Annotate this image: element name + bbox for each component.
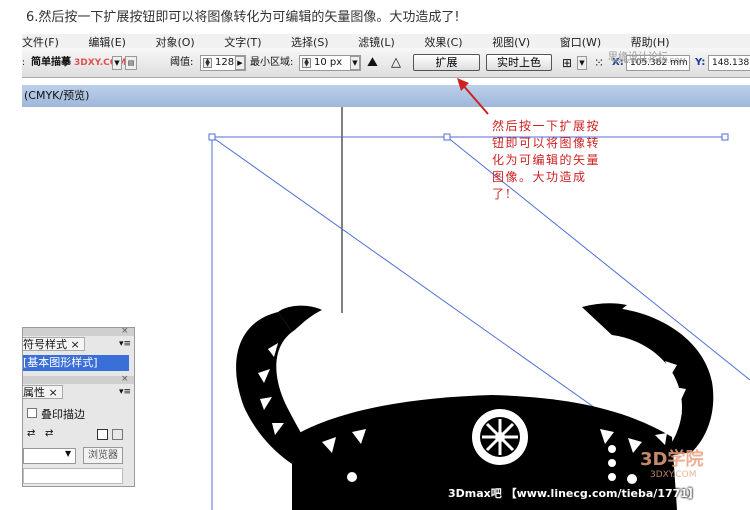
logo-watermark: 3D学院 bbox=[640, 449, 704, 470]
align-left-icon[interactable]: ⇄ bbox=[27, 428, 35, 439]
panel-menu-icon-2[interactable]: ▾≡ bbox=[119, 387, 131, 397]
panel-grip-2[interactable] bbox=[23, 376, 134, 384]
annotation-text: 然后按一下扩展按钮即可以将图像转化为可编辑的矢量图像。大功造成了! bbox=[492, 119, 601, 201]
panel-close-icon-2[interactable]: × bbox=[121, 375, 130, 384]
tab-graphic-styles[interactable]: 符号样式 × bbox=[23, 337, 85, 351]
url-dropdown-icon[interactable]: ▼ bbox=[65, 449, 71, 458]
url-icon[interactable] bbox=[112, 429, 123, 440]
overprint-label: 叠印描边 bbox=[41, 408, 85, 421]
selected-style-item[interactable]: [基本图形样式] bbox=[23, 355, 129, 371]
panel-grip[interactable] bbox=[23, 328, 134, 336]
panel-close-icon[interactable]: × bbox=[121, 327, 130, 336]
footer-watermark: 3Dmax吧 【www.linecg.com/tieba/1771】 bbox=[448, 487, 699, 500]
image-map-icon[interactable] bbox=[97, 429, 108, 440]
logo-watermark-sub: 3DXY.COM bbox=[650, 470, 697, 480]
panel-menu-icon[interactable]: ▾≡ bbox=[119, 339, 131, 349]
tab-attributes[interactable]: 属性 × bbox=[23, 385, 63, 399]
browser-button[interactable]: 浏览器 bbox=[83, 447, 123, 464]
styles-panel: × 符号样式 × ▾≡ [基本图形样式] × 属性 × ▾≡ 叠印描边 ⇄ ⇄ … bbox=[22, 327, 135, 487]
overprint-checkbox[interactable] bbox=[27, 408, 37, 418]
align-right-icon[interactable]: ⇄ bbox=[45, 428, 53, 439]
url-text-area[interactable] bbox=[23, 468, 123, 484]
